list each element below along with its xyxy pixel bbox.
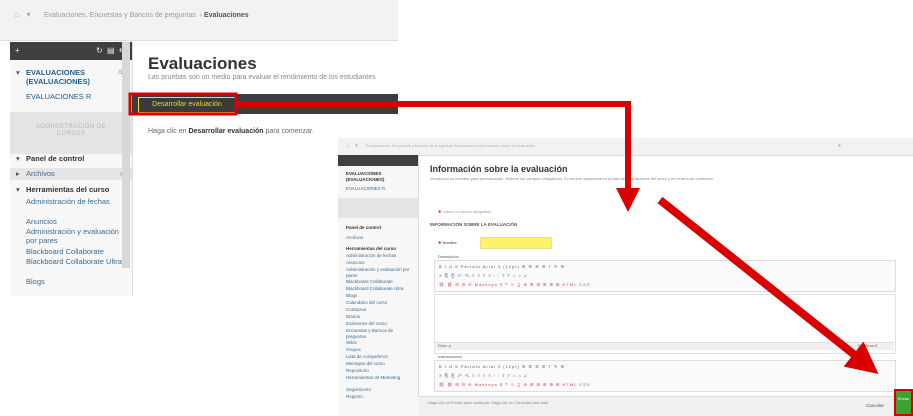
annotation-arrows: [128, 92, 879, 374]
create-button-highlight: [128, 92, 238, 116]
arrow-to-form: [236, 101, 640, 212]
arrow-to-submit: [657, 196, 879, 374]
